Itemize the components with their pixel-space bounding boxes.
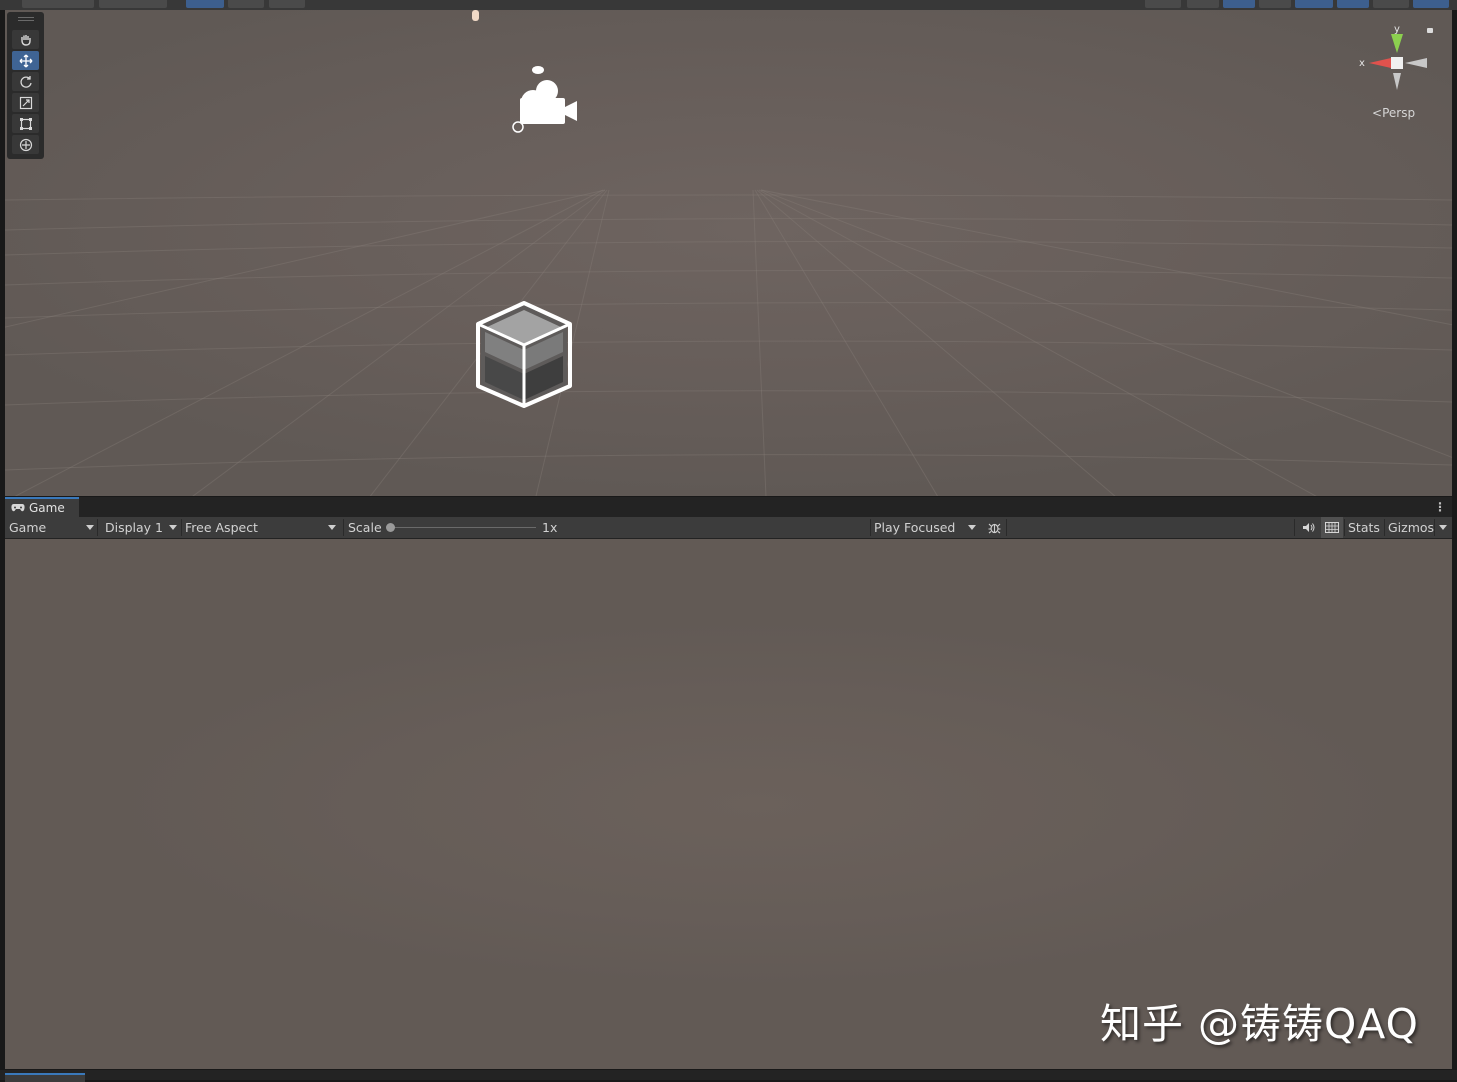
- rect-transform-icon: [19, 117, 32, 130]
- chevron-down-icon: [86, 525, 94, 530]
- palette-grip-line: [18, 20, 34, 21]
- divider: [97, 519, 98, 536]
- camera-icon[interactable]: [512, 66, 577, 133]
- view-mode-value: Game: [9, 520, 47, 535]
- divider: [343, 519, 344, 536]
- svg-text:x: x: [1359, 58, 1365, 69]
- play-mode-dropdown[interactable]: Play Focused: [874, 517, 980, 538]
- chevron-down-icon: [328, 525, 336, 530]
- scene-grid: y x: [5, 10, 1452, 496]
- grid-icon: [1325, 522, 1339, 533]
- cube-object-icon[interactable]: [476, 301, 572, 408]
- increment-snap-button[interactable]: [269, 0, 305, 8]
- projection-chevron-icon: <: [1372, 106, 1383, 120]
- display-value: Display 1: [105, 520, 164, 535]
- rotate-icon: [19, 75, 32, 88]
- display-dropdown[interactable]: Display 1: [105, 517, 181, 538]
- draw-mode-button[interactable]: [1145, 0, 1181, 8]
- rotate-tool-button[interactable]: [12, 72, 39, 91]
- rect-tool-button[interactable]: [12, 114, 39, 133]
- svg-text:y: y: [1394, 24, 1400, 35]
- bug-icon: [988, 523, 1000, 534]
- divider: [1344, 519, 1345, 536]
- aspect-dropdown[interactable]: Free Aspect: [185, 517, 340, 538]
- orientation-gizmo[interactable]: y x: [1359, 24, 1433, 90]
- chevron-down-icon: [1439, 525, 1447, 530]
- stats-button[interactable]: Stats: [1348, 517, 1380, 538]
- gamepad-icon: [11, 504, 25, 512]
- transform-tool-button[interactable]: [12, 135, 39, 154]
- divider: [181, 519, 182, 536]
- divider: [1294, 519, 1295, 536]
- 2d-toggle-button[interactable]: [1187, 0, 1219, 8]
- divider: [1384, 519, 1385, 536]
- game-tabbar: [5, 497, 1452, 517]
- divider: [870, 519, 871, 536]
- gizmos-scene-button[interactable]: [1413, 0, 1449, 8]
- effects-button[interactable]: [1295, 0, 1333, 8]
- scene-camera-button[interactable]: [1373, 0, 1409, 8]
- hidden-objects-button[interactable]: [1337, 0, 1369, 8]
- light-icon[interactable]: [472, 10, 479, 21]
- tab-game[interactable]: Game: [5, 497, 79, 517]
- move-icon: [19, 54, 32, 67]
- scale-slider-handle[interactable]: [386, 523, 395, 532]
- scale-slider-track[interactable]: [391, 527, 536, 528]
- palette-grip[interactable]: [18, 17, 34, 18]
- view-mode-dropdown[interactable]: Game: [9, 517, 94, 538]
- scale-value: 1x: [542, 520, 558, 535]
- pivot-mode-button[interactable]: [22, 0, 94, 8]
- divider: [1434, 519, 1435, 536]
- scale-icon: [19, 96, 32, 109]
- project-tabbar: [0, 1070, 1457, 1080]
- tab-game-label: Game: [29, 501, 65, 515]
- tool-palette: [7, 12, 44, 159]
- game-toolbar: Game Display 1 Free Aspect Scale 1x Play…: [5, 517, 1452, 539]
- grid-snap-button[interactable]: [228, 0, 264, 8]
- gizmos-button[interactable]: Gizmos: [1388, 517, 1434, 538]
- audio-toggle-button[interactable]: [1259, 0, 1291, 8]
- aspect-value: Free Aspect: [185, 520, 258, 535]
- scale-label: Scale: [348, 520, 382, 535]
- tab-project[interactable]: [5, 1073, 85, 1082]
- lock-icon: [1427, 28, 1433, 33]
- debug-toggle-button[interactable]: [983, 517, 1005, 538]
- play-mode-value: Play Focused: [874, 520, 956, 535]
- projection-toggle[interactable]: <Persp: [1372, 106, 1415, 120]
- transform-icon: [19, 138, 32, 151]
- panel-menu-icon[interactable]: ⋮: [1434, 499, 1446, 515]
- scene-toolbar: [0, 0, 1457, 10]
- move-tool-button[interactable]: [12, 51, 39, 70]
- speaker-icon: [1302, 523, 1314, 532]
- lighting-toggle-button[interactable]: [1223, 0, 1255, 8]
- projection-label: Persp: [1382, 106, 1416, 120]
- snap-toggle-button[interactable]: [186, 0, 224, 8]
- divider: [1006, 519, 1007, 536]
- chevron-down-icon: [968, 525, 976, 530]
- chevron-down-icon: [169, 525, 177, 530]
- keyboard-shortcuts-button[interactable]: [1321, 517, 1343, 538]
- hand-icon: [20, 34, 31, 46]
- pivot-space-button[interactable]: [99, 0, 167, 8]
- scale-tool-button[interactable]: [12, 93, 39, 112]
- watermark-text: 知乎 @铸铸QAQ: [1100, 1000, 1419, 1048]
- mute-audio-button[interactable]: [1297, 517, 1319, 538]
- gizmos-dropdown[interactable]: [1436, 517, 1450, 538]
- scene-view[interactable]: y x: [5, 10, 1452, 496]
- hand-tool-button[interactable]: [12, 30, 39, 49]
